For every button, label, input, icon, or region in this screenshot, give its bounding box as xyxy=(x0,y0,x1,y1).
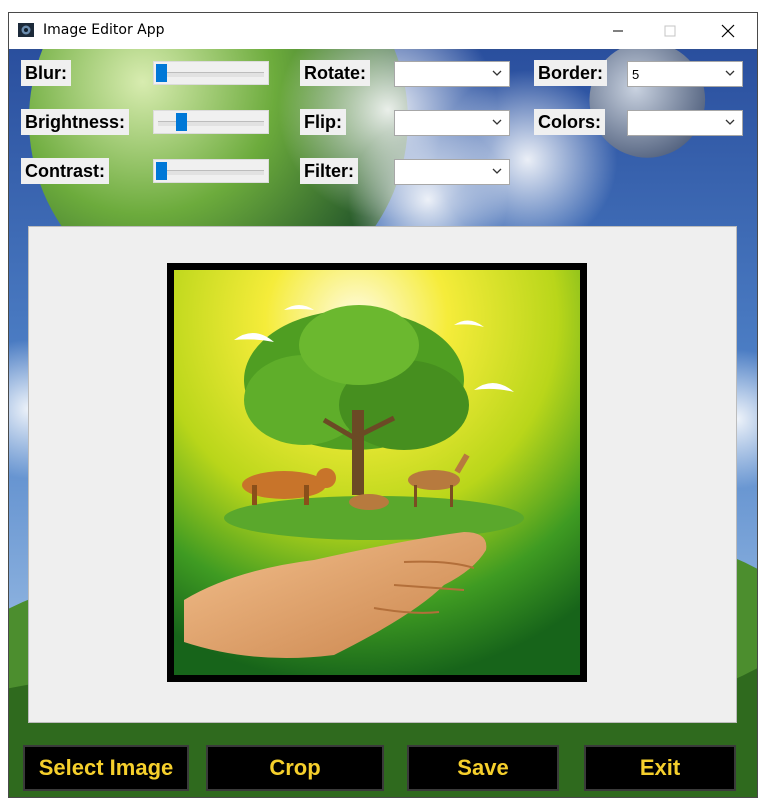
slider-thumb[interactable] xyxy=(156,64,167,82)
slider-thumb[interactable] xyxy=(175,113,187,131)
chevron-down-icon xyxy=(492,70,502,76)
minimize-icon xyxy=(613,30,623,32)
chevron-down-icon xyxy=(725,119,735,125)
slider-track xyxy=(158,72,264,77)
slider-track xyxy=(158,121,264,126)
chevron-down-icon xyxy=(725,70,735,76)
brightness-slider[interactable] xyxy=(153,110,269,134)
contrast-label: Contrast: xyxy=(21,158,109,184)
rotate-dropdown[interactable] xyxy=(394,61,510,87)
image-canvas xyxy=(28,226,737,723)
select-image-button[interactable]: Select Image xyxy=(23,745,189,791)
window-title: Image Editor App xyxy=(43,22,165,38)
close-button[interactable] xyxy=(705,13,751,49)
slider-thumb[interactable] xyxy=(156,162,167,180)
maximize-icon xyxy=(664,25,676,37)
blur-label: Blur: xyxy=(21,60,71,86)
rotate-label: Rotate: xyxy=(300,60,370,86)
crop-button[interactable]: Crop xyxy=(206,745,384,791)
border-label: Border: xyxy=(534,60,608,86)
border-dropdown[interactable]: 5 xyxy=(627,61,743,87)
exit-button[interactable]: Exit xyxy=(584,745,736,791)
app-window: Image Editor App Blur: Brightness: Contr… xyxy=(8,12,758,798)
flip-label: Flip: xyxy=(300,109,346,135)
filter-label: Filter: xyxy=(300,158,359,184)
colors-label: Colors: xyxy=(534,109,605,135)
contrast-slider[interactable] xyxy=(153,159,269,183)
save-button[interactable]: Save xyxy=(407,745,559,791)
border-value: 5 xyxy=(632,67,640,82)
flip-dropdown[interactable] xyxy=(394,110,510,136)
edited-image xyxy=(174,270,580,675)
app-icon xyxy=(18,23,34,37)
filter-dropdown[interactable] xyxy=(394,159,510,185)
image-frame xyxy=(167,263,587,682)
brightness-label: Brightness: xyxy=(21,109,130,135)
slider-track xyxy=(158,170,264,175)
minimize-button[interactable] xyxy=(595,13,641,49)
colors-dropdown[interactable] xyxy=(627,110,743,136)
maximize-button[interactable] xyxy=(647,13,693,49)
chevron-down-icon xyxy=(492,119,502,125)
chevron-down-icon xyxy=(492,168,502,174)
title-bar: Image Editor App xyxy=(9,13,757,49)
blur-slider[interactable] xyxy=(153,61,269,85)
close-icon xyxy=(721,24,735,38)
